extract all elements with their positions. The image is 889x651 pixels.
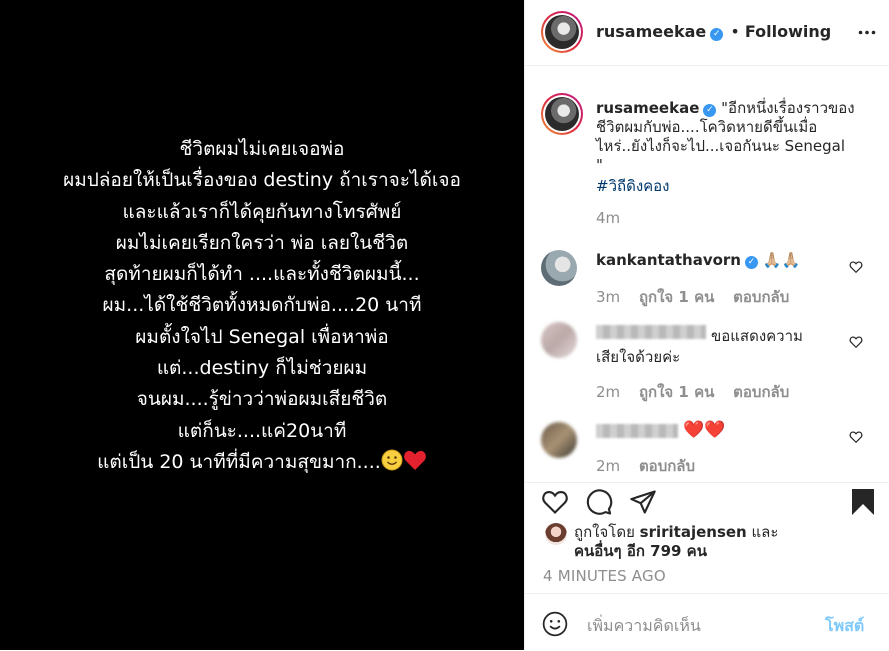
comment-like-heart-icon[interactable] [849,335,863,349]
caption-line: ไหร่..ยังไงก็จะไป...เจอกันนะ Senegal [596,137,846,155]
comment-avatar-blurred[interactable] [541,322,577,358]
comment-text: ❤️❤️ [683,420,726,440]
comment-likes[interactable]: ถูกใจ 1 คน [639,383,714,401]
more-options-icon[interactable] [858,30,876,35]
caption-line: "อีกหนึ่งเรื่องราวของ [721,99,855,117]
comment-avatar-blurred[interactable] [541,422,577,458]
comment-1: kankantathavorn ✓ 🙏🏼🙏🏼 [596,251,800,270]
blurred-username[interactable] [596,325,706,339]
verified-badge-icon: ✓ [703,104,717,117]
save-bookmark-icon[interactable] [851,488,875,516]
caption-hashtag[interactable]: #วิถีดิงคอง [596,177,881,196]
caption-line: " [596,156,603,174]
caption-line: ชีวิตผมกับพ่อ....โควิดหายดีขึ้นเมื่อ [596,118,818,136]
liker-avatar[interactable] [545,523,567,545]
post-image[interactable]: ชีวิตผมไม่เคยเจอพ่อ ผมปล่อยให้เป็นเรื่อง… [0,0,524,650]
poem-line: ชีวิตผมไม่เคยเจอพ่อ [179,138,345,160]
caption: rusameekae ✓ "อีกหนึ่งเรื่องราวของ ชีวิตผ… [596,99,881,228]
likes-and: และ [751,523,779,541]
post-comment-button[interactable]: โพสต์ [825,614,864,639]
verified-badge-icon: ✓ [744,256,758,269]
likes-summary: ถูกใจโดย sriritajensen และ คนอื่นๆ อีก 7… [574,523,874,561]
emoji-icon[interactable] [542,611,568,637]
comment-like-heart-icon[interactable] [849,430,863,444]
poem-line: ผมไม่เคยเรียกใครว่า พ่อ เลยในชีวิต [115,231,409,254]
header-user-row: rusameekae ✓ • Following [596,22,831,41]
smiley-emoji-icon [381,449,403,471]
comment-1-meta: 3m ถูกใจ 1 คน ตอบกลับ [596,285,789,309]
likes-prefix: ถูกใจโดย [574,523,635,541]
caption-avatar[interactable] [541,93,583,135]
comment-like-heart-icon[interactable] [849,260,863,274]
comment-3: ❤️❤️ 2m ตอบกลับ [525,410,889,472]
header-username[interactable]: rusameekae [596,22,706,41]
poem-line: แต่ก็นะ....แค่20นาที [177,419,347,442]
caption-time[interactable]: 4m [596,209,881,228]
post-image-text: ชีวิตผมไม่เคยเจอพ่อ ผมปล่อยให้เป็นเรื่อง… [0,134,524,478]
comment-3-meta: 2m ตอบกลับ [596,454,695,472]
header-avatar[interactable] [541,11,583,53]
comment-text: เสียใจด้วยค่ะ [596,348,681,366]
following-button[interactable]: Following [745,22,831,41]
comment-likes[interactable]: ถูกใจ 1 คน [639,288,714,306]
blurred-username[interactable] [596,424,678,438]
add-comment-input[interactable]: เพิ่มความคิดเห็น [587,614,701,639]
like-heart-icon[interactable] [541,488,569,516]
comment-time[interactable]: 2m [596,457,620,472]
comment-time[interactable]: 2m [596,383,620,401]
reply-button[interactable]: ตอบกลับ [733,288,789,306]
poem-line: และแล้วเราก็ได้คุยกันทางโทรศัพย์ [122,200,402,223]
post-header: rusameekae ✓ • Following [525,0,889,66]
poem-line: ผมตั้งใจไป Senegal เพื่อหาพ่อ [135,325,389,348]
comment-text: 🙏🏼🙏🏼 [762,251,801,269]
reply-button[interactable]: ตอบกลับ [639,457,695,472]
red-heart-emoji-icon [403,450,426,470]
verified-badge-icon: ✓ [710,28,724,41]
reply-button[interactable]: ตอบกลับ [733,383,789,401]
comment-text: ขอแสดงความ [711,327,803,345]
comment-avatar[interactable] [541,250,577,286]
comment-bubble-icon[interactable] [585,488,613,516]
action-bar: ถูกใจโดย sriritajensen และ คนอื่นๆ อีก 7… [525,482,889,585]
poem-line: จนผม....รู้ข่าวว่าพ่อผมเสียชีวิต [136,388,388,411]
share-send-icon[interactable] [629,488,657,516]
header-separator: • [730,22,740,41]
caption-username[interactable]: rusameekae [596,99,699,117]
poem-line-text: แต่เป็น 20 นาทีที่มีความสุขมาก.... [97,450,381,473]
poem-line: ผม...ได้ใช้ชีวิตทั้งหมดกับพ่อ....20 นาที [102,294,422,317]
comment-username[interactable]: kankantathavorn [596,251,741,269]
comment-2-meta: 2m ถูกใจ 1 คน ตอบกลับ [596,380,789,404]
poem-line: สุดท้ายผมก็ได้ทำ ....และทั้งชีวิตผมนี้..… [104,263,420,286]
poem-line: ผมปล่อยให้เป็นเรื่องของ destiny ถ้าเราจะ… [63,169,461,192]
likes-others[interactable]: คนอื่นๆ อีก 799 คน [574,542,707,560]
poem-line: แต่...destiny ก็ไม่ช่วยผม [156,357,368,380]
post-sidebar: rusameekae ✓ • Following rusameekae ✓ "อีก… [524,0,889,650]
comment-time[interactable]: 3m [596,288,620,306]
poem-line-last: แต่เป็น 20 นาทีที่มีความสุขมาก.... [0,447,524,478]
add-comment-bar: เพิ่มความคิดเห็น โพสต์ [525,593,889,651]
liker-username[interactable]: sriritajensen [640,523,747,541]
post-timestamp[interactable]: 4 MINUTES AGO [543,567,666,585]
